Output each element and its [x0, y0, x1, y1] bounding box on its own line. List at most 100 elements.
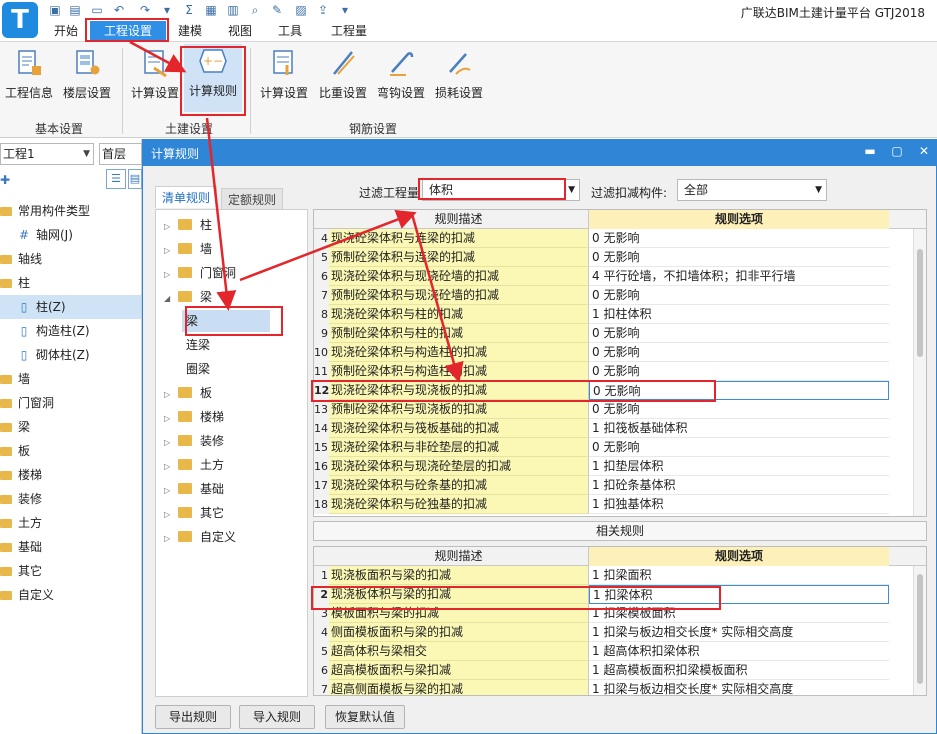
component-tree-item[interactable]: ◢ 梁 — [164, 286, 304, 308]
table-row[interactable]: 5 预制砼梁体积与连梁的扣减 0 无影响 — [314, 248, 914, 267]
tab-modeling[interactable]: 建模 — [168, 21, 212, 41]
export-rules-button[interactable]: 导出规则 — [155, 705, 231, 729]
tab-quota-rules[interactable]: 定额规则 — [221, 188, 284, 210]
rule-option-cell[interactable]: 1 扣柱体积 — [589, 305, 889, 324]
rule-option-cell[interactable]: 1 超高体积扣梁体积 — [589, 642, 889, 661]
search-report-icon[interactable]: ⌕ — [248, 3, 262, 17]
tree-item[interactable]: 梁 — [0, 415, 141, 439]
tab-quantities[interactable]: 工程量 — [322, 21, 376, 41]
tab-start[interactable]: 开始 — [44, 21, 88, 41]
tree-view-icon[interactable]: ▤ — [128, 169, 142, 189]
tree-item[interactable]: 柱 — [0, 271, 141, 295]
expand-arrow-icon[interactable]: ▷ — [164, 480, 174, 502]
tab-tools[interactable]: 工具 — [268, 21, 312, 41]
import-rules-button[interactable]: 导入规则 — [239, 705, 315, 729]
expand-arrow-icon[interactable]: ▷ — [164, 240, 174, 262]
weight-settings-button[interactable]: 比重设置 — [314, 46, 372, 110]
rules-scrollbar[interactable] — [913, 229, 926, 516]
rule-option-cell[interactable]: 1 超高模板面积扣梁模板面积 — [589, 661, 889, 680]
rule-option-cell[interactable]: 1 扣梁与板边相交长度* 实际相交高度 — [589, 680, 889, 695]
minimize-icon[interactable]: ▬ — [861, 144, 879, 158]
table-row[interactable]: 6 现浇砼梁体积与现浇砼墙的扣减 4 平行砼墙，不扣墙体积；扣非平行墙 — [314, 267, 914, 286]
table-row[interactable]: 9 预制砼梁体积与柱的扣减 0 无影响 — [314, 324, 914, 343]
table-row[interactable]: 4 侧面模板面积与梁的扣减 1 扣梁与板边相交长度* 实际相交高度 — [314, 623, 914, 642]
table-row[interactable]: 6 超高模板面积与梁扣减 1 超高模板面积扣梁模板面积 — [314, 661, 914, 680]
expand-arrow-icon[interactable]: ▷ — [164, 528, 174, 550]
restore-defaults-button[interactable]: 恢复默认值 — [325, 705, 405, 729]
tree-item[interactable]: ▯ 柱(Z) — [0, 295, 141, 319]
new-file-icon[interactable]: ▤ — [68, 3, 82, 17]
table-row[interactable]: 2 现浇板体积与梁的扣减 1 扣梁体积 — [314, 585, 914, 604]
tree-item[interactable]: 楼梯 — [0, 463, 141, 487]
report-icon[interactable]: ▥ — [226, 3, 240, 17]
table-icon[interactable]: ▦ — [204, 3, 218, 17]
tree-item[interactable]: 基础 — [0, 535, 141, 559]
image-icon[interactable]: ▨ — [294, 3, 308, 17]
component-tree-item[interactable]: ▷ 楼梯 — [164, 406, 304, 428]
rule-option-cell[interactable]: 1 扣梁体积 — [589, 585, 889, 604]
new-component-icon[interactable]: ✚ — [0, 173, 10, 187]
tree-item[interactable]: 墙 — [0, 367, 141, 391]
expand-arrow-icon[interactable]: ▷ — [164, 432, 174, 454]
rule-option-cell[interactable]: 0 无影响 — [589, 381, 889, 400]
component-tree-item[interactable]: ▷ 墙 — [164, 238, 304, 260]
tree-item[interactable]: 板 — [0, 439, 141, 463]
tree-item[interactable]: 轴线 — [0, 247, 141, 271]
component-tree-item[interactable]: ▷ 自定义 — [164, 526, 304, 548]
table-row[interactable]: 17 现浇砼梁体积与砼条基的扣减 1 扣砼条基体积 — [314, 476, 914, 495]
rule-option-cell[interactable]: 1 扣垫层体积 — [589, 457, 889, 476]
tree-item[interactable]: 装修 — [0, 487, 141, 511]
calc-rules-button[interactable]: +− 计算规则 — [184, 44, 242, 112]
component-tree-item[interactable]: 圈梁 — [182, 358, 270, 380]
floor-select[interactable]: 首层 — [99, 143, 142, 165]
rule-option-cell[interactable]: 1 扣梁模板面积 — [589, 604, 889, 623]
collapse-arrow-icon[interactable]: ◢ — [164, 288, 174, 310]
table-row[interactable]: 7 超高侧面模板与梁的扣减 1 扣梁与板边相交长度* 实际相交高度 — [314, 680, 914, 695]
filter-deduct-select[interactable]: 全部 ▼ — [677, 179, 827, 201]
tab-project-settings[interactable]: 工程设置 — [90, 21, 166, 41]
component-tree-item[interactable]: ▷ 基础 — [164, 478, 304, 500]
expand-arrow-icon[interactable]: ▷ — [164, 216, 174, 238]
component-tree-item[interactable]: 梁 — [182, 310, 270, 332]
list-view-icon[interactable]: ☰ — [106, 169, 126, 189]
tab-view[interactable]: 视图 — [218, 21, 262, 41]
redo-icon[interactable]: ↷ — [138, 3, 152, 17]
export-icon[interactable]: ⇪ — [316, 3, 330, 17]
table-row[interactable]: 12 现浇砼梁体积与现浇板的扣减 0 无影响 — [314, 381, 914, 400]
rule-option-cell[interactable]: 0 无影响 — [589, 229, 889, 248]
rule-option-cell[interactable]: 1 扣砼条基体积 — [589, 476, 889, 495]
expand-arrow-icon[interactable]: ▷ — [164, 504, 174, 526]
table-row[interactable]: 3 模板面积与梁的扣减 1 扣梁模板面积 — [314, 604, 914, 623]
dropdown-arrow-icon[interactable]: ▾ — [160, 3, 174, 17]
component-tree-item[interactable]: ▷ 其它 — [164, 502, 304, 524]
filter-quantity-select[interactable]: 体积 ▼ — [422, 179, 580, 201]
rule-option-cell[interactable]: 0 无影响 — [589, 438, 889, 457]
table-row[interactable]: 15 现浇砼梁体积与非砼垫层的扣减 0 无影响 — [314, 438, 914, 457]
tree-item[interactable]: 土方 — [0, 511, 141, 535]
sum-icon[interactable]: Σ — [182, 3, 196, 17]
project-select[interactable]: 工程1 ▼ — [0, 143, 94, 165]
table-row[interactable]: 1 现浇板面积与梁的扣减 1 扣梁面积 — [314, 566, 914, 585]
tree-item[interactable]: 其它 — [0, 559, 141, 583]
table-row[interactable]: 10 现浇砼梁体积与构造柱的扣减 0 无影响 — [314, 343, 914, 362]
rule-option-cell[interactable]: 1 扣筏板基础体积 — [589, 419, 889, 438]
tree-item[interactable]: ▯ 砌体柱(Z) — [0, 343, 141, 367]
table-row[interactable]: 8 现浇砼梁体积与柱的扣减 1 扣柱体积 — [314, 305, 914, 324]
component-tree-item[interactable]: ▷ 柱 — [164, 214, 304, 236]
table-row[interactable]: 14 现浇砼梁体积与筏板基础的扣减 1 扣筏板基础体积 — [314, 419, 914, 438]
component-tree-item[interactable]: 连梁 — [182, 334, 270, 356]
maximize-icon[interactable]: ▢ — [888, 144, 906, 158]
table-row[interactable]: 16 现浇砼梁体积与现浇砼垫层的扣减 1 扣垫层体积 — [314, 457, 914, 476]
rule-option-cell[interactable]: 0 无影响 — [589, 286, 889, 305]
component-tree-item[interactable]: ▷ 板 — [164, 382, 304, 404]
table-row[interactable]: 5 超高体积与梁相交 1 超高体积扣梁体积 — [314, 642, 914, 661]
open-folder-icon[interactable]: ▭ — [90, 3, 104, 17]
customize-arrow-icon[interactable]: ▾ — [338, 3, 352, 17]
table-row[interactable]: 7 预制砼梁体积与现浇砼墙的扣减 0 无影响 — [314, 286, 914, 305]
component-tree-item[interactable]: ▷ 门窗洞 — [164, 262, 304, 284]
rule-option-cell[interactable]: 1 扣梁与板边相交长度* 实际相交高度 — [589, 623, 889, 642]
tree-item[interactable]: 常用构件类型 — [0, 199, 141, 223]
rule-option-cell[interactable]: 0 无影响 — [589, 343, 889, 362]
expand-arrow-icon[interactable]: ▷ — [164, 456, 174, 478]
table-row[interactable]: 11 预制砼梁体积与构造柱的扣减 0 无影响 — [314, 362, 914, 381]
